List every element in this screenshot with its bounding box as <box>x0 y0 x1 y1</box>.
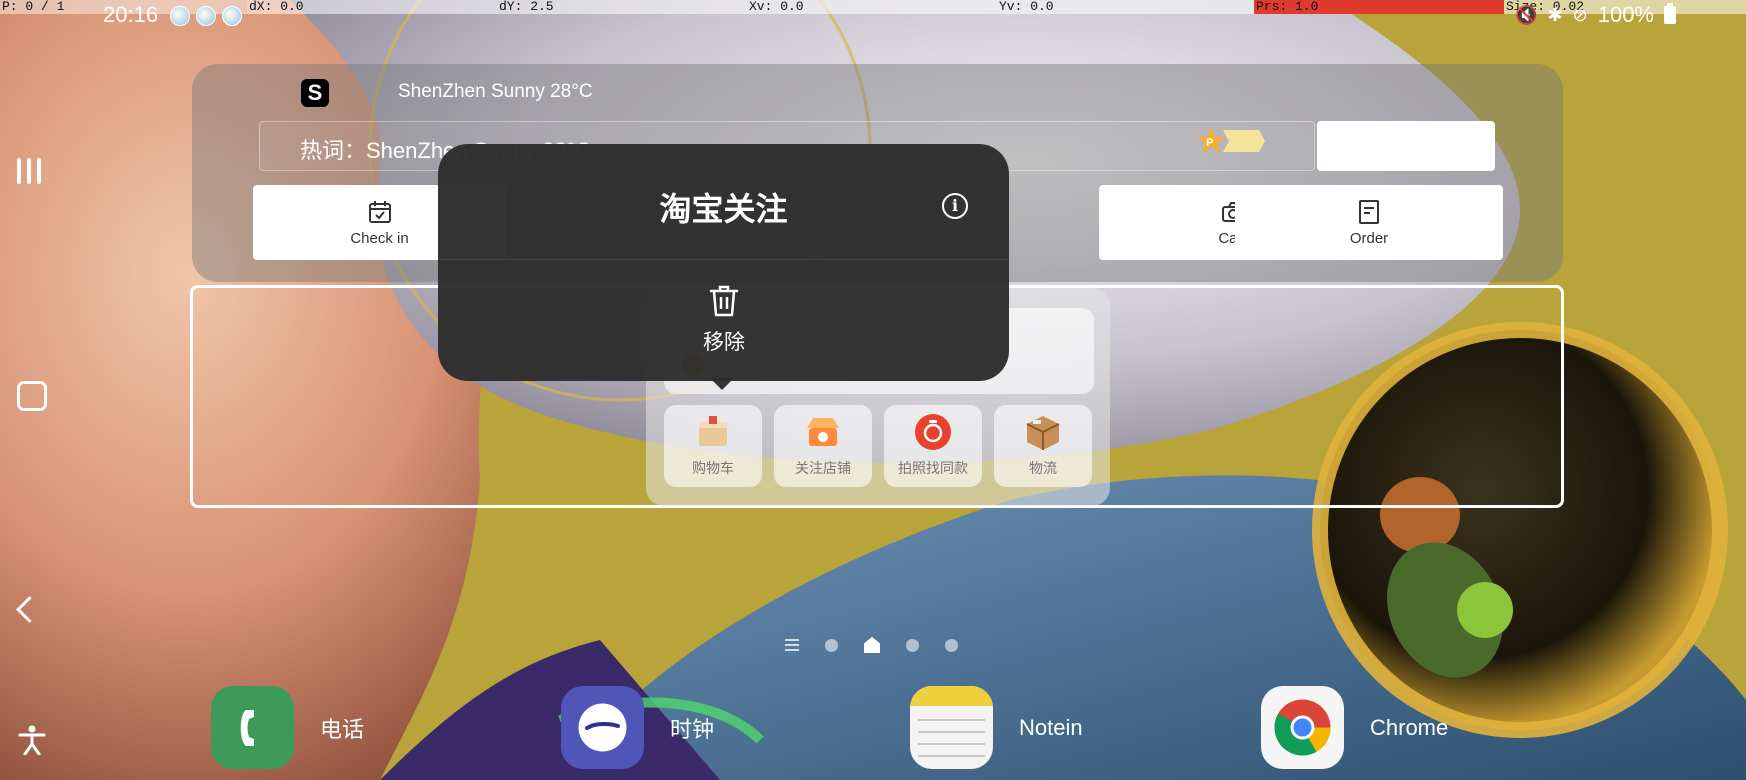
pointer-pressure: Prs: 1.0 <box>1254 0 1504 14</box>
pointer-location-bar: P: 0 / 1 dX: 0.0 dY: 2.5 Xv: 0.0 Yv: 0.0… <box>0 0 1746 14</box>
points-badge-icon: P <box>1197 128 1265 153</box>
dock-app-phone[interactable]: 电话 <box>211 686 364 769</box>
tile-shopping-cart[interactable]: 购物车 <box>664 405 762 487</box>
popup-title: 淘宝关注 <box>659 191 788 227</box>
status-time: 20:16 <box>103 2 159 27</box>
phone-app-icon <box>211 686 294 769</box>
dock-app-label: 时钟 <box>670 716 715 742</box>
dock-app-label: 电话 <box>320 716 365 742</box>
page-dot[interactable] <box>825 638 838 652</box>
calendar-check-icon <box>368 200 391 223</box>
dock-app-clock[interactable]: 时钟 <box>561 686 714 769</box>
page-dot[interactable] <box>906 638 919 652</box>
remove-label: 移除 <box>703 331 745 354</box>
popup-divider <box>438 259 1009 260</box>
page-indicator[interactable] <box>785 637 958 653</box>
order-button[interactable]: Order <box>1235 185 1503 260</box>
dock-app-chrome[interactable]: Chrome <box>1261 686 1448 769</box>
tile-label: 物流 <box>1029 460 1057 476</box>
home-button[interactable] <box>17 381 47 411</box>
battery-icon <box>1664 3 1676 24</box>
dock-app-label: Notein <box>1019 714 1083 740</box>
check-in-label: Check in <box>350 229 409 247</box>
tile-followed-shops[interactable]: 关注店铺 <box>774 405 872 487</box>
widget-options-popup: 淘宝关注 i 移除 <box>438 144 1009 381</box>
svg-text:P: P <box>1206 137 1213 149</box>
accessibility-icon[interactable] <box>18 725 46 761</box>
camera-search-icon <box>915 414 951 450</box>
weather-icon <box>170 6 190 26</box>
shop-icon <box>807 418 839 446</box>
trash-icon <box>709 285 739 317</box>
search-button[interactable] <box>1317 121 1495 171</box>
page-list-icon[interactable] <box>785 639 799 651</box>
home-page-icon[interactable] <box>864 637 880 653</box>
wifi-icon: ✱ <box>1547 4 1563 25</box>
pointer-dy: dY: 2.5 <box>497 0 747 14</box>
remove-button[interactable]: 移除 <box>676 284 772 364</box>
clock-app-icon <box>561 686 644 769</box>
battery-percent: 100% <box>1597 2 1654 27</box>
info-icon[interactable]: i <box>942 193 968 219</box>
dock-app-label: Chrome <box>1370 714 1449 740</box>
chrome-app-icon <box>1261 686 1344 769</box>
pointer-xv: Xv: 0.0 <box>747 0 997 14</box>
app-logo: S <box>301 79 329 107</box>
package-icon <box>1026 416 1060 450</box>
tile-label: 拍照找同款 <box>898 460 968 476</box>
weather-icon <box>222 6 242 26</box>
order-document-icon <box>1359 199 1379 224</box>
mute-icon: 🔇 <box>1515 4 1538 25</box>
status-icons: 🔇 ✱ ⊘ 100% <box>1515 2 1676 28</box>
weather-notification-icons <box>170 6 242 26</box>
tile-logistics[interactable]: 物流 <box>994 405 1092 487</box>
dock-app-notein[interactable]: Notein <box>910 686 1083 769</box>
do-not-disturb-icon: ⊘ <box>1572 4 1588 25</box>
pointer-yv: Yv: 0.0 <box>997 0 1254 14</box>
pointer-dx: dX: 0.0 <box>247 0 497 14</box>
notein-app-icon <box>910 686 993 769</box>
recent-apps-button[interactable] <box>17 158 41 184</box>
weather-text: ShenZhen Sunny 28°C <box>398 81 593 102</box>
tile-label: 购物车 <box>692 460 734 476</box>
tile-photo-search[interactable]: 拍照找同款 <box>884 405 982 487</box>
popup-pointer <box>710 378 734 390</box>
tile-label: 关注店铺 <box>795 460 851 476</box>
weather-icon <box>196 6 216 26</box>
shopping-cart-icon <box>699 416 727 446</box>
page-dot[interactable] <box>945 638 958 652</box>
order-label: Order <box>1349 229 1389 247</box>
